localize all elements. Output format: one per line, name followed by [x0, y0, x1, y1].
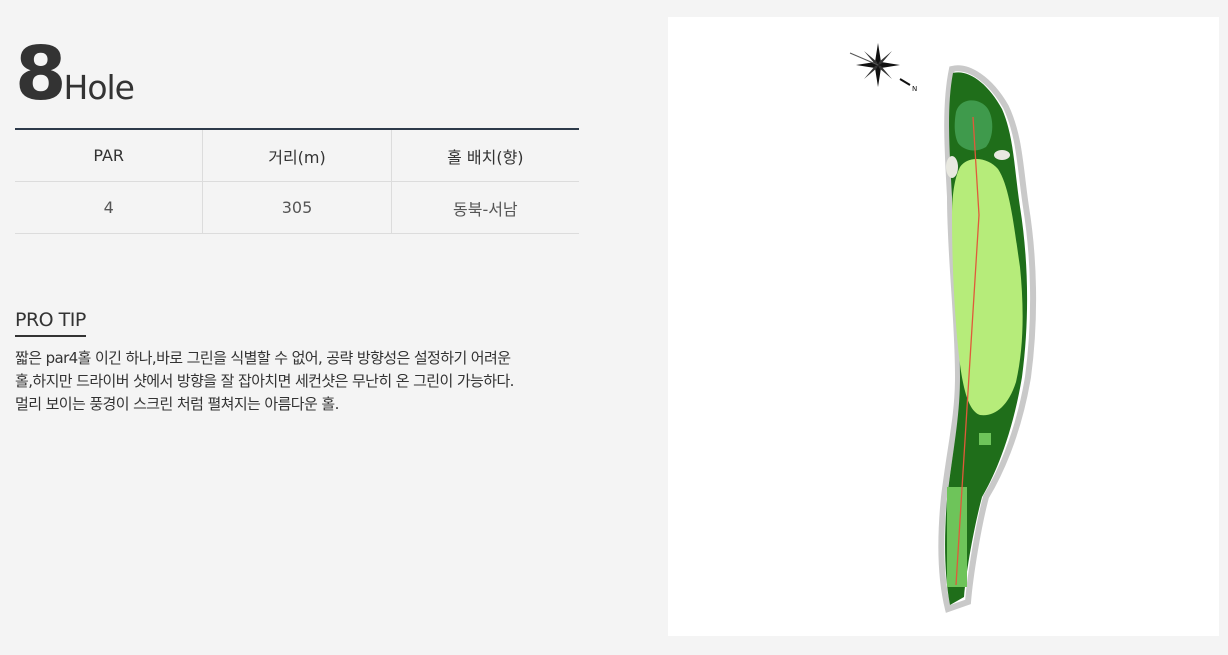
bunker	[994, 150, 1010, 160]
header-orientation: 홀 배치(향)	[390, 129, 579, 182]
bunker	[946, 156, 958, 178]
table-header-row: PAR 거리(m) 홀 배치(향)	[15, 129, 579, 182]
header-par: PAR	[15, 129, 203, 182]
svg-text:N: N	[912, 85, 917, 93]
pro-tip-title: PRO TIP	[15, 309, 86, 337]
compass-rose-icon: N	[849, 43, 917, 93]
hole-number: 8	[15, 31, 66, 117]
header-distance: 거리(m)	[202, 129, 392, 182]
fairway-marker	[979, 433, 991, 445]
hole-map: N	[849, 43, 1037, 613]
hole-info-table: PAR 거리(m) 홀 배치(향) 4 305 동북-서남	[15, 128, 579, 234]
pro-tip-line: 홀,하지만 드라이버 샷에서 방향을 잘 잡아치면 세컨샷은 무난히 온 그린이…	[15, 372, 514, 390]
pro-tip-line: 짧은 par4홀 이긴 하나,바로 그린을 식별할 수 없어, 공략 방향성은 …	[15, 349, 511, 367]
hole-title: 8Hole	[15, 31, 135, 117]
table-row: 4 305 동북-서남	[15, 181, 579, 234]
hole-label: Hole	[63, 68, 135, 107]
pro-tip-text: 짧은 par4홀 이긴 하나,바로 그린을 식별할 수 없어, 공략 방향성은 …	[15, 347, 595, 416]
pro-tip-line: 멀리 보이는 풍경이 스크린 처럼 펼쳐지는 아름다운 홀.	[15, 395, 339, 413]
hole-map-panel: N	[668, 17, 1219, 636]
value-distance: 305	[202, 181, 392, 234]
value-par: 4	[15, 181, 203, 234]
value-orientation: 동북-서남	[390, 181, 579, 234]
